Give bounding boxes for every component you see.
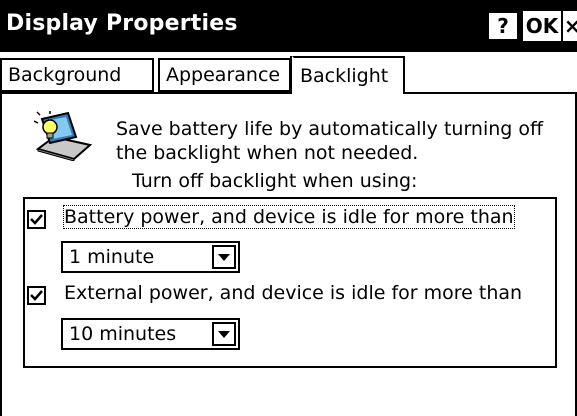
- window-title: Display Properties: [6, 11, 238, 36]
- backlight-description: Save battery life by automatically turni…: [116, 117, 568, 165]
- tab-divider: [0, 92, 577, 94]
- tab-strip: Background Appearance Backlight: [0, 52, 577, 94]
- external-timeout-select[interactable]: 10 minutes: [61, 318, 240, 350]
- battery-timeout-select[interactable]: 1 minute: [61, 241, 240, 273]
- external-checkbox-label[interactable]: External power, and device is idle for m…: [64, 282, 522, 304]
- battery-checkbox-label[interactable]: Battery power, and device is idle for mo…: [63, 205, 515, 229]
- laptop-lightbulb-icon: [34, 111, 92, 161]
- tab-background[interactable]: Background: [0, 58, 154, 92]
- help-button[interactable]: ?: [487, 11, 519, 41]
- checkmark-icon: [30, 214, 43, 225]
- title-bar: Display Properties ? OK ×: [0, 0, 577, 52]
- page-border-left: [0, 94, 2, 416]
- turn-off-subheading: Turn off backlight when using:: [132, 170, 418, 192]
- tab-backlight[interactable]: Backlight: [292, 56, 405, 94]
- description-line-1: Save battery life by automatically turni…: [116, 118, 544, 140]
- checkmark-icon: [30, 290, 43, 301]
- close-button[interactable]: ×: [563, 11, 577, 41]
- tab-appearance[interactable]: Appearance: [158, 58, 291, 92]
- external-timeout-value: 10 minutes: [69, 323, 177, 345]
- battery-timeout-value: 1 minute: [69, 246, 155, 268]
- chevron-down-icon[interactable]: [212, 322, 236, 346]
- ok-button[interactable]: OK: [523, 11, 561, 41]
- external-checkbox[interactable]: [27, 286, 46, 305]
- battery-checkbox[interactable]: [27, 210, 46, 229]
- description-line-2: the backlight when not needed.: [116, 142, 419, 164]
- chevron-down-icon[interactable]: [212, 245, 236, 269]
